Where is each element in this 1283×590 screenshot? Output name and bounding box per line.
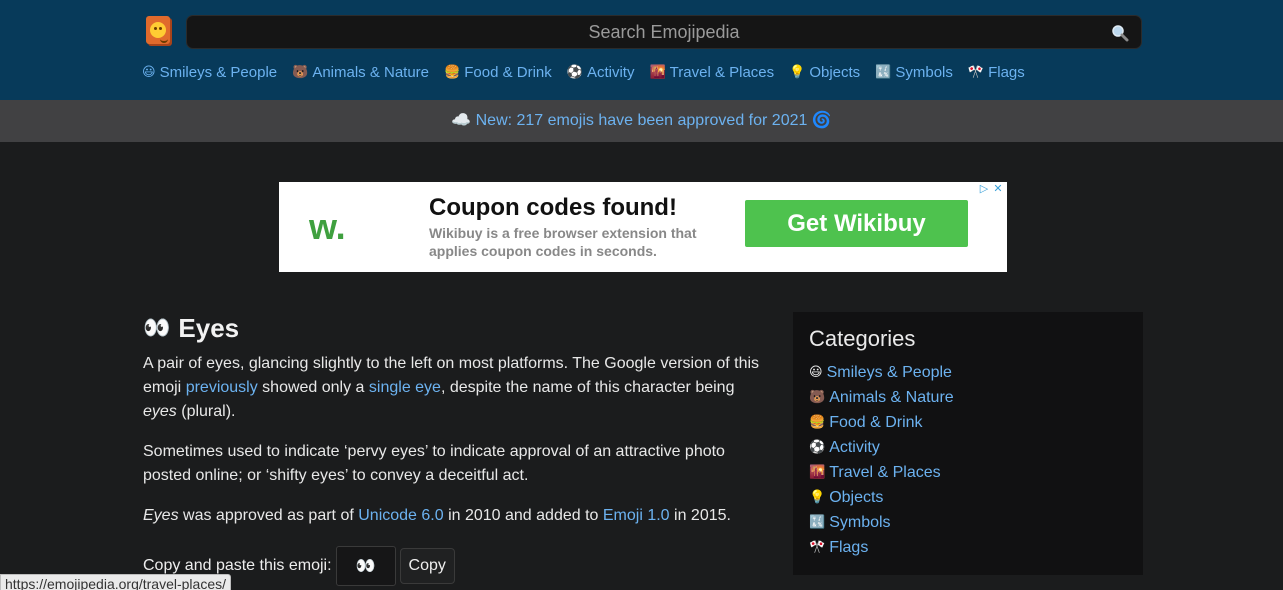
nav-food-drink[interactable]: 🍔 Food & Drink	[444, 64, 552, 81]
advertisement[interactable]: w. Coupon codes found! Wikibuy is a free…	[279, 182, 1007, 272]
emphasis: Eyes	[143, 507, 179, 524]
ad-title: Coupon codes found!	[429, 194, 677, 221]
emphasis: eyes	[143, 403, 177, 420]
burger-icon: 🍔	[809, 415, 826, 430]
sidebar-item-label[interactable]: Animals & Nature	[829, 385, 954, 410]
sidebar-item-label[interactable]: Activity	[829, 435, 880, 460]
announcement-banner: ☁️ New: 217 emojis have been approved fo…	[0, 100, 1283, 142]
sidebar-item-food-drink[interactable]: 🍔 Food & Drink	[809, 410, 1127, 435]
sidebar-item-label[interactable]: Flags	[829, 535, 868, 560]
sidebar-item-animals-nature[interactable]: 🐻 Animals & Nature	[809, 385, 1127, 410]
nav-objects[interactable]: 💡 Objects	[789, 64, 860, 81]
sidebar-item-label[interactable]: Travel & Places	[829, 460, 940, 485]
search-icon[interactable]	[1111, 24, 1129, 42]
sidebar-item-travel-places[interactable]: 🌇 Travel & Places	[809, 460, 1127, 485]
emoji-article: 👀 Eyes A pair of eyes, glancing slightly…	[143, 312, 768, 528]
nav-label: Flags	[988, 63, 1025, 81]
history-paragraph: Eyes was approved as part of Unicode 6.0…	[143, 504, 768, 528]
text: was approved as part of	[178, 507, 359, 524]
cloud-icon: ☁️	[451, 112, 472, 129]
sidebar-item-objects[interactable]: 💡 Objects	[809, 485, 1127, 510]
nav-label: Travel & Places	[669, 63, 775, 81]
ad-logo: w.	[309, 206, 346, 247]
nav-label: Objects	[809, 63, 861, 81]
bear-icon: 🐻	[809, 390, 826, 405]
ad-subtitle: Wikibuy is a free browser extension that…	[429, 225, 697, 259]
emoji-version-link[interactable]: Emoji 1.0	[603, 507, 670, 524]
smiley-icon: 😃	[142, 64, 156, 80]
category-list: 😃 Smileys & People 🐻 Animals & Nature 🍔 Foo…	[809, 360, 1127, 560]
flags-icon: 🎌	[809, 540, 826, 555]
ad-cta-button[interactable]: Get Wikibuy	[745, 200, 968, 247]
eyes-icon: 👀	[143, 315, 171, 341]
symbols-icon: 🔣	[809, 515, 826, 530]
search-input[interactable]	[187, 16, 1141, 48]
previously-link[interactable]: previously	[186, 379, 258, 396]
sidebar-item-label[interactable]: Food & Drink	[829, 410, 922, 435]
category-nav: 😃 Smileys & People 🐻 Animals & Nature 🍔 Foo…	[142, 62, 1040, 82]
categories-sidebar: Categories 😃 Smileys & People 🐻 Animals & …	[793, 312, 1143, 575]
smiley-icon: 😃	[809, 365, 823, 380]
usage-paragraph: Sometimes used to indicate ‘pervy eyes’ …	[143, 443, 725, 484]
sidebar-item-symbols[interactable]: 🔣 Symbols	[809, 510, 1127, 535]
copy-label: Copy and paste this emoji:	[143, 557, 332, 574]
nav-label: Animals & Nature	[312, 63, 430, 81]
title-text: Eyes	[178, 312, 240, 343]
text: in 2010 and added to	[443, 507, 603, 524]
light-bulb-icon: 💡	[809, 490, 826, 505]
nav-activity[interactable]: ⚽ Activity	[567, 64, 635, 81]
cyclone-icon: 🌀	[811, 112, 832, 129]
description-paragraph: A pair of eyes, glancing slightly to the…	[143, 352, 768, 424]
announcement-text: New: 217 emojis have been approved for 2…	[475, 112, 808, 129]
close-icon[interactable]: ✕	[991, 182, 1005, 196]
cityscape-icon: 🌇	[809, 465, 826, 480]
copy-button[interactable]: Copy	[399, 548, 455, 584]
page-title: 👀 Eyes	[143, 312, 768, 344]
soccer-ball-icon: ⚽	[566, 64, 583, 80]
nav-label: Smileys & People	[159, 63, 278, 81]
nav-label: Symbols	[895, 63, 953, 81]
sidebar-item-label[interactable]: Smileys & People	[827, 360, 952, 385]
site-header: 😃Smileys & People 🐻Animals & Nature 🍔Foo…	[0, 0, 1283, 100]
nav-flags[interactable]: 🎌 Flags	[968, 64, 1025, 81]
nav-smileys-people[interactable]: 😃 Smileys & People	[142, 64, 277, 81]
sidebar-item-flags[interactable]: 🎌 Flags	[809, 535, 1127, 560]
cityscape-icon: 🌇	[649, 64, 666, 80]
sidebar-item-label[interactable]: Objects	[829, 485, 883, 510]
text: (plural).	[176, 403, 236, 420]
announcement-link[interactable]: ☁️ New: 217 emojis have been approved fo…	[451, 112, 832, 129]
sidebar-item-smileys-people[interactable]: 😃 Smileys & People	[809, 360, 1127, 385]
search-bar[interactable]	[186, 15, 1142, 49]
unicode-link[interactable]: Unicode 6.0	[358, 507, 443, 524]
ad-choices-icon[interactable]: ▷	[977, 182, 991, 196]
sidebar-title: Categories	[809, 326, 916, 351]
text: in 2015.	[669, 507, 731, 524]
copy-emoji-field[interactable]: 👀	[335, 546, 396, 586]
burger-icon: 🍔	[444, 64, 461, 80]
text: showed only a	[257, 379, 369, 396]
status-bar-url: https://emojipedia.org/travel-places/	[0, 574, 231, 590]
sidebar-item-activity[interactable]: ⚽ Activity	[809, 435, 1127, 460]
nav-label: Food & Drink	[464, 63, 552, 81]
text: , despite the name of this character bei…	[440, 379, 735, 396]
light-bulb-icon: 💡	[789, 64, 806, 80]
bear-icon: 🐻	[292, 64, 309, 80]
nav-animals-nature[interactable]: 🐻 Animals & Nature	[292, 64, 429, 81]
ad-choices[interactable]: ▷ ✕	[977, 182, 1005, 196]
nav-travel-places[interactable]: 🌇 Travel & Places	[649, 64, 774, 81]
single-eye-link[interactable]: single eye	[369, 379, 441, 396]
nav-label: Activity	[586, 63, 635, 81]
sidebar-item-label[interactable]: Symbols	[829, 510, 890, 535]
flags-icon: 🎌	[967, 64, 985, 80]
emojipedia-logo-icon[interactable]	[144, 14, 172, 46]
nav-symbols[interactable]: 🔣 Symbols	[875, 64, 953, 81]
symbols-icon: 🔣	[875, 64, 892, 80]
soccer-ball-icon: ⚽	[809, 440, 826, 455]
